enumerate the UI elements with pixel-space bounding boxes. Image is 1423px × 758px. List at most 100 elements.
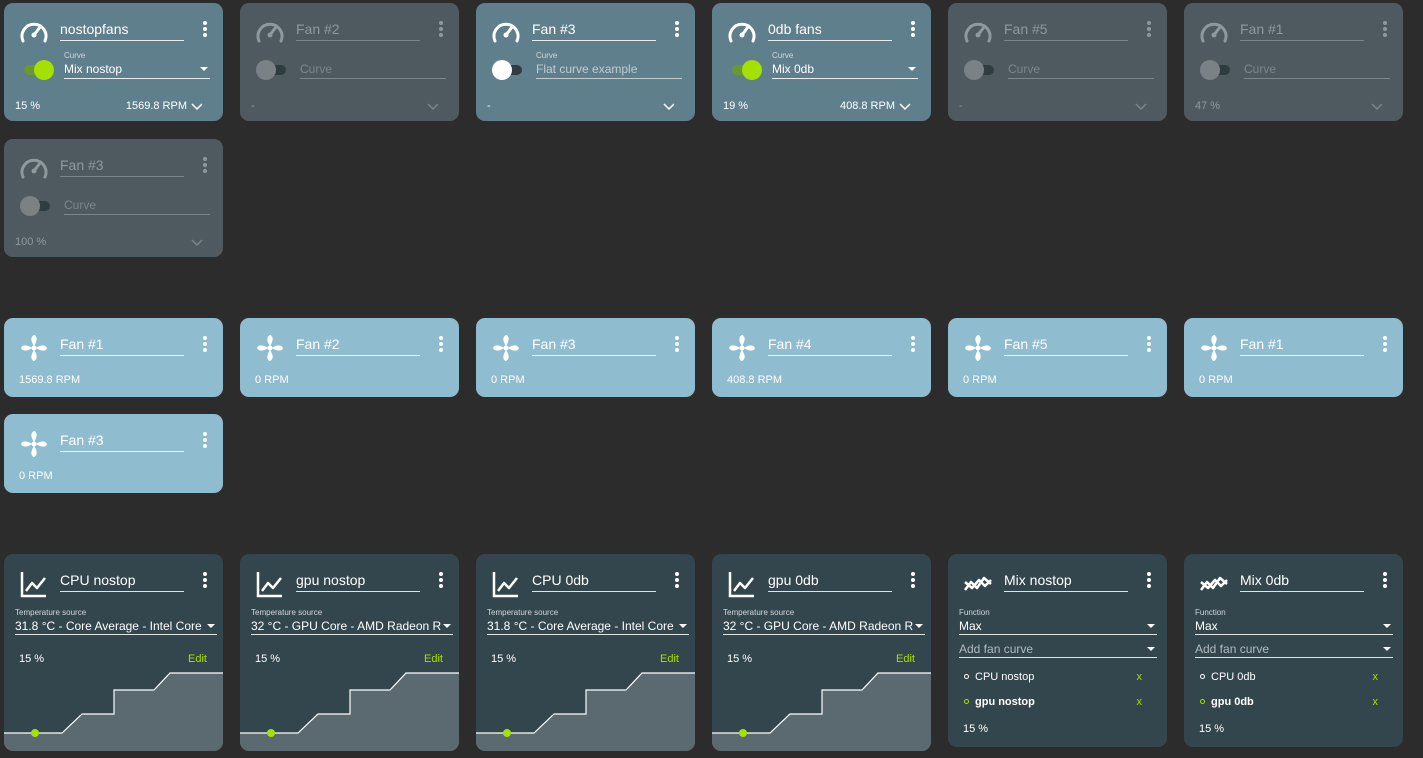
more-vert-icon[interactable] xyxy=(201,21,209,39)
chevron-down-icon[interactable] xyxy=(1371,101,1383,111)
curve-select[interactable]: Curve Mix 0db xyxy=(772,51,918,79)
edit-curve-button[interactable]: Edit xyxy=(896,653,915,665)
curve-select[interactable]: Curve xyxy=(64,187,210,215)
more-vert-icon[interactable] xyxy=(1145,21,1153,39)
more-vert-icon[interactable] xyxy=(909,336,917,354)
more-vert-icon[interactable] xyxy=(1381,572,1389,590)
more-vert-icon[interactable] xyxy=(1381,336,1389,354)
chevron-down-icon[interactable] xyxy=(1135,101,1147,111)
speed-name-input[interactable]: Fan #1 xyxy=(1240,335,1364,356)
more-vert-icon[interactable] xyxy=(673,21,681,39)
graph-icon xyxy=(254,568,286,600)
function-select[interactable]: Function Max xyxy=(959,608,1157,635)
add-fan-curve-value: Add fan curve xyxy=(1195,641,1393,658)
function-label: Function xyxy=(959,608,990,617)
mix-name-input[interactable]: Mix 0db xyxy=(1240,571,1364,592)
more-vert-icon[interactable] xyxy=(909,572,917,590)
control-card: Fan #3 Curve 100 % xyxy=(4,139,223,257)
enable-toggle[interactable] xyxy=(256,60,290,80)
more-vert-icon[interactable] xyxy=(1145,336,1153,354)
enable-toggle[interactable] xyxy=(728,60,762,80)
control-name-input[interactable]: nostopfans xyxy=(60,20,184,41)
control-name-input[interactable]: Fan #5 xyxy=(1004,20,1128,41)
gauge-icon xyxy=(18,17,50,49)
curve-graph[interactable] xyxy=(712,669,931,751)
remove-curve-button[interactable]: x xyxy=(1137,695,1143,709)
curve-select[interactable]: Curve Mix nostop xyxy=(64,51,210,79)
edit-curve-button[interactable]: Edit xyxy=(188,653,207,665)
curve-graph[interactable] xyxy=(476,669,695,751)
temperature-source-select[interactable]: Temperature source 31.8 °C - Core Average… xyxy=(15,608,217,635)
curve-select[interactable]: Curve xyxy=(1244,51,1390,79)
temperature-source-select[interactable]: Temperature source 32 °C - GPU Core - AMD… xyxy=(251,608,453,635)
more-vert-icon[interactable] xyxy=(673,336,681,354)
more-vert-icon[interactable] xyxy=(673,572,681,590)
curve-select[interactable]: Curve Flat curve example xyxy=(536,51,682,79)
more-vert-icon[interactable] xyxy=(1145,572,1153,590)
function-value: Max xyxy=(959,618,1157,635)
chevron-down-icon[interactable] xyxy=(427,101,439,111)
edit-curve-button[interactable]: Edit xyxy=(660,653,679,665)
temperature-source-select[interactable]: Temperature source 31.8 °C - Core Average… xyxy=(487,608,689,635)
bullet-icon xyxy=(1200,673,1205,679)
graph-icon xyxy=(490,568,522,600)
mix-name-input[interactable]: Mix nostop xyxy=(1004,571,1128,592)
enable-toggle[interactable] xyxy=(20,196,54,216)
speed-name-input[interactable]: Fan #4 xyxy=(768,335,892,356)
speed-name-input[interactable]: Fan #3 xyxy=(60,431,184,452)
more-vert-icon[interactable] xyxy=(201,572,209,590)
edit-curve-button[interactable]: Edit xyxy=(424,653,443,665)
curve-graph[interactable] xyxy=(4,669,223,751)
curve-name-input[interactable]: CPU 0db xyxy=(532,571,656,592)
curve-select[interactable]: Curve xyxy=(1008,51,1154,79)
add-fan-curve-select[interactable]: Add fan curve xyxy=(959,641,1157,658)
control-name-input[interactable]: Fan #1 xyxy=(1240,20,1364,41)
curve-select[interactable]: Curve xyxy=(300,51,446,79)
remove-curve-button[interactable]: x xyxy=(1373,695,1379,709)
curve-label xyxy=(1244,51,1390,61)
remove-curve-button[interactable]: x xyxy=(1373,670,1379,684)
curve-name-input[interactable]: CPU nostop xyxy=(60,571,184,592)
more-vert-icon[interactable] xyxy=(437,336,445,354)
chevron-down-icon[interactable] xyxy=(663,101,675,111)
curve-name-input[interactable]: gpu nostop xyxy=(296,571,420,592)
more-vert-icon[interactable] xyxy=(909,21,917,39)
curve-percent: 15 % xyxy=(727,653,753,665)
more-vert-icon[interactable] xyxy=(1381,21,1389,39)
speed-name-input[interactable]: Fan #2 xyxy=(296,335,420,356)
temperature-source-value: 31.8 °C - Core Average - Intel Core xyxy=(487,618,689,635)
curve-graph[interactable] xyxy=(240,669,459,751)
control-name-input[interactable]: 0db fans xyxy=(768,20,892,41)
enable-toggle[interactable] xyxy=(20,60,54,80)
add-fan-curve-select[interactable]: Add fan curve xyxy=(1195,641,1393,658)
enable-toggle[interactable] xyxy=(492,60,526,80)
control-footer: - xyxy=(251,99,439,113)
chevron-down-icon[interactable] xyxy=(899,101,911,111)
temperature-source-value: 32 °C - GPU Core - AMD Radeon R xyxy=(723,618,925,635)
fan-icon xyxy=(726,332,758,364)
control-card: Fan #2 Curve - xyxy=(240,3,459,121)
enable-toggle[interactable] xyxy=(964,60,998,80)
current-point-marker xyxy=(31,729,39,737)
more-vert-icon[interactable] xyxy=(437,21,445,39)
more-vert-icon[interactable] xyxy=(201,336,209,354)
chevron-down-icon[interactable] xyxy=(191,237,203,247)
curve-name-input[interactable]: gpu 0db xyxy=(768,571,892,592)
chevron-down-icon[interactable] xyxy=(191,101,203,111)
more-vert-icon[interactable] xyxy=(437,572,445,590)
bullet-icon xyxy=(964,673,969,679)
control-name-input[interactable]: Fan #3 xyxy=(532,20,656,41)
more-vert-icon[interactable] xyxy=(201,432,209,450)
enable-toggle[interactable] xyxy=(1200,60,1234,80)
speed-name-input[interactable]: Fan #1 xyxy=(60,335,184,356)
temperature-source-select[interactable]: Temperature source 32 °C - GPU Core - AMD… xyxy=(723,608,925,635)
mix-icon xyxy=(1198,568,1230,600)
speed-name-input[interactable]: Fan #5 xyxy=(1004,335,1128,356)
speed-name-input[interactable]: Fan #3 xyxy=(532,335,656,356)
remove-curve-button[interactable]: x xyxy=(1137,670,1143,684)
control-name-input[interactable]: Fan #3 xyxy=(60,156,184,177)
curve-value: Curve xyxy=(64,197,210,215)
control-name-input[interactable]: Fan #2 xyxy=(296,20,420,41)
function-select[interactable]: Function Max xyxy=(1195,608,1393,635)
more-vert-icon[interactable] xyxy=(201,157,209,175)
